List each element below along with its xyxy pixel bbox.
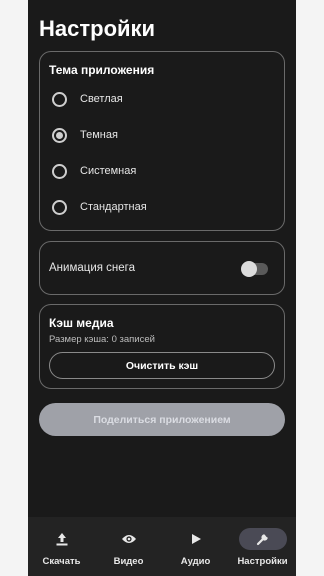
play-icon — [172, 528, 220, 550]
radio-button[interactable] — [52, 199, 67, 215]
cache-size-text: Размер кэша: 0 записей — [49, 334, 155, 345]
snow-animation-label: Анимация снега — [49, 262, 136, 274]
radio-button[interactable] — [52, 91, 67, 107]
theme-option-label: Стандартная — [80, 201, 147, 213]
bottom-navigation: Скачать Видео Аудио Настройки — [28, 517, 296, 576]
nav-label: Аудио — [180, 556, 211, 567]
theme-option-system[interactable]: Системная — [40, 157, 284, 185]
theme-option-label: Системная — [80, 165, 137, 177]
theme-option-label: Светлая — [80, 93, 123, 105]
theme-option-light[interactable]: Светлая — [40, 85, 284, 113]
nav-item-video[interactable]: Видео — [95, 517, 162, 576]
page-title: Настройки — [39, 16, 156, 41]
nav-item-audio[interactable]: Аудио — [162, 517, 229, 576]
nav-label: Настройки — [237, 556, 288, 567]
nav-label: Скачать — [42, 556, 81, 567]
nav-item-settings[interactable]: Настройки — [229, 517, 296, 576]
theme-option-label: Темная — [80, 129, 118, 141]
theme-card: Тема приложения Светлая Темная Системная… — [39, 51, 285, 231]
clear-cache-button[interactable]: Очистить кэш — [49, 352, 275, 379]
cache-card: Кэш медиа Размер кэша: 0 записей Очистит… — [39, 304, 285, 389]
cache-title: Кэш медиа — [49, 316, 114, 330]
toggle-knob — [241, 261, 257, 277]
theme-option-standard[interactable]: Стандартная — [40, 193, 284, 221]
nav-item-download[interactable]: Скачать — [28, 517, 95, 576]
nav-label: Видео — [113, 556, 144, 567]
snow-animation-toggle[interactable] — [241, 261, 268, 277]
eye-icon — [105, 528, 153, 550]
radio-button-checked[interactable] — [52, 127, 67, 143]
wrench-icon — [238, 528, 287, 550]
left-margin — [0, 0, 28, 576]
settings-screen: Настройки Тема приложения Светлая Темная… — [28, 0, 296, 576]
theme-option-dark[interactable]: Темная — [40, 121, 284, 149]
share-app-button[interactable]: Поделиться приложением — [39, 403, 285, 436]
download-icon — [38, 528, 86, 550]
radio-button[interactable] — [52, 163, 67, 179]
theme-title: Тема приложения — [49, 63, 155, 77]
snow-card: Анимация снега — [39, 241, 285, 295]
right-margin — [296, 0, 324, 576]
